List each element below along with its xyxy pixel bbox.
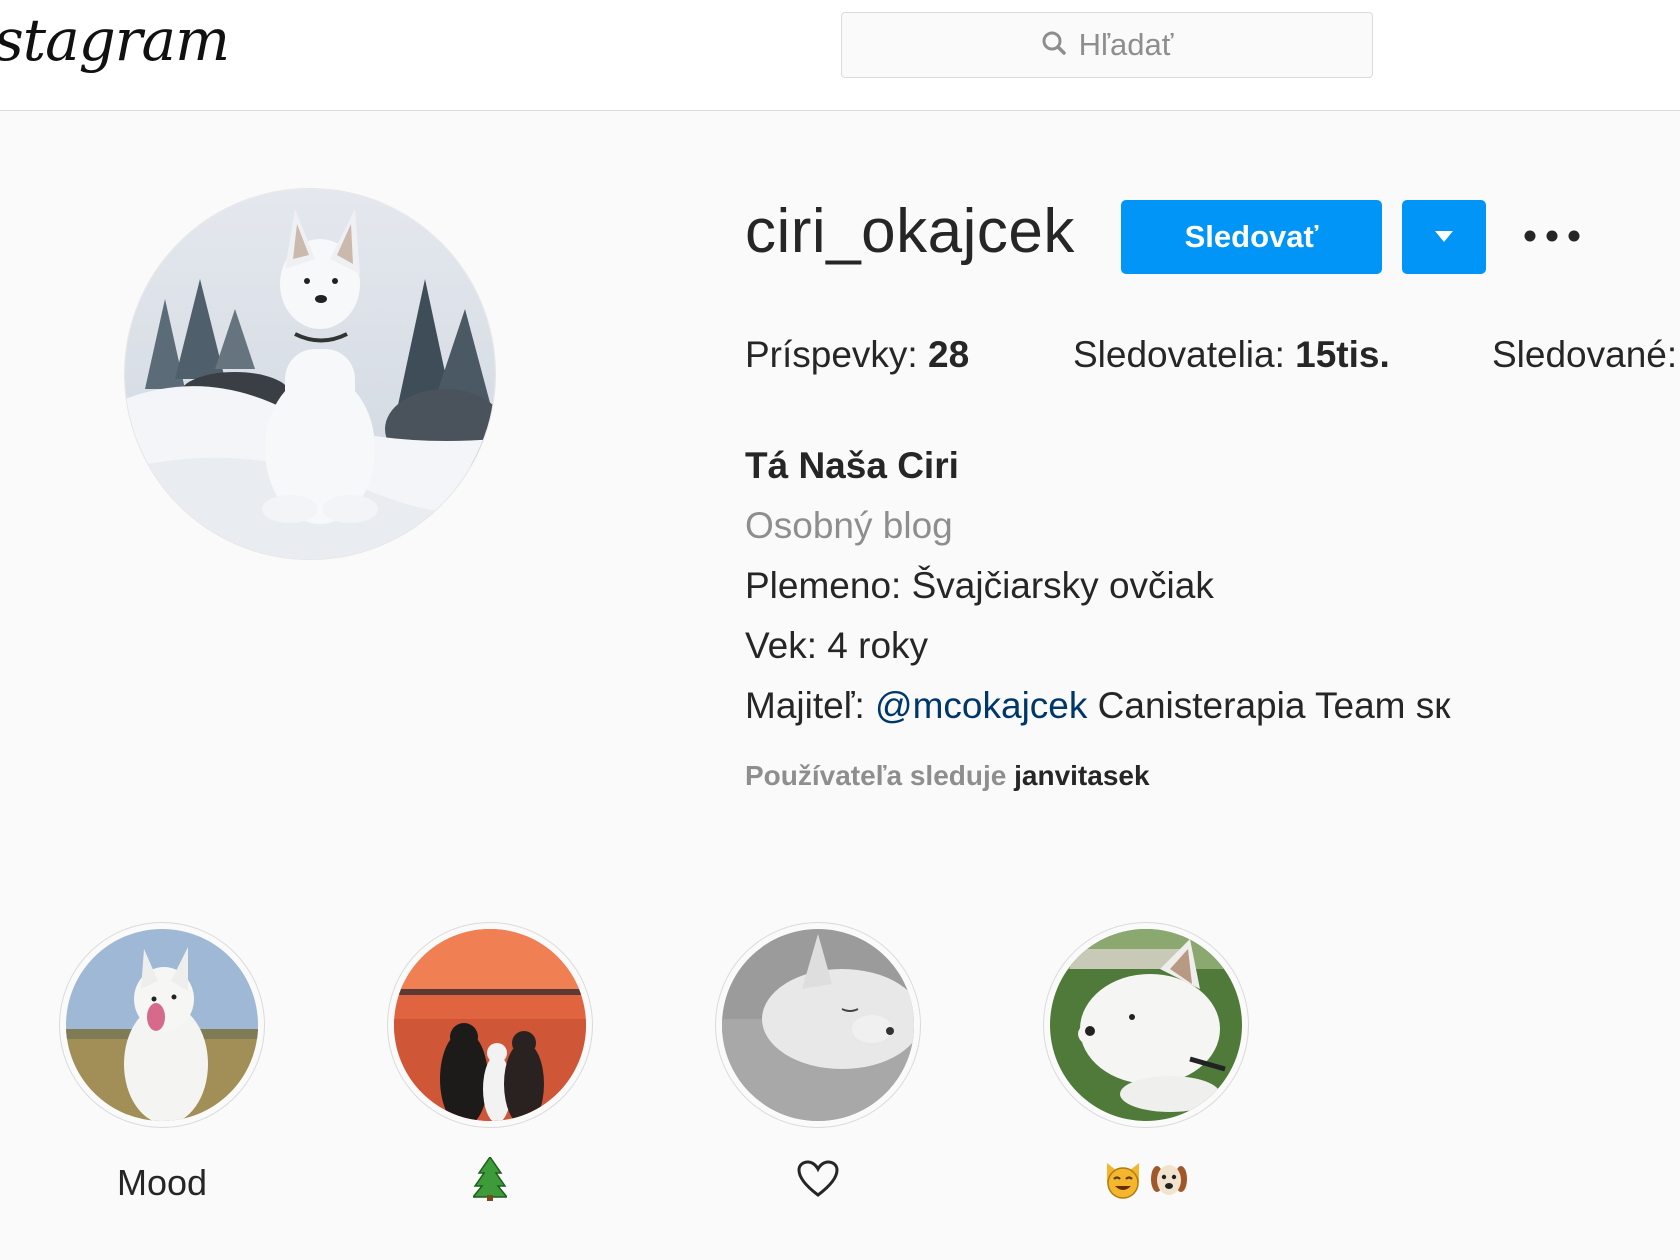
profile-stats: Príspevky: 28 Sledovatelia: 15tis. Sledo… bbox=[0, 334, 1680, 384]
owner-mention-link[interactable]: @mcokajcek bbox=[875, 685, 1087, 726]
highlight-item[interactable]: Mood bbox=[57, 922, 267, 1208]
highlight-label: Mood bbox=[116, 1162, 208, 1203]
bio-owner-line: Majiteľ: @mcokajcek Canisterapia Team ѕк bbox=[745, 676, 1645, 736]
search-icon bbox=[1041, 30, 1067, 60]
highlight-cover-ring bbox=[59, 922, 265, 1128]
heart-icon bbox=[797, 1159, 839, 1207]
following-label: Sledované: bbox=[1492, 334, 1678, 375]
posts-value: 28 bbox=[928, 334, 970, 375]
highlight-label bbox=[385, 1155, 595, 1210]
highlight-item[interactable] bbox=[1041, 922, 1251, 1208]
followers-value: 15tis. bbox=[1295, 334, 1390, 375]
highlight-cover-ring bbox=[1043, 922, 1249, 1128]
highlight-cover-ring bbox=[715, 922, 921, 1128]
profile-bio: Tá Naša Ciri Osobný blog Plemeno: Švajči… bbox=[745, 436, 1645, 736]
tree-icon bbox=[471, 1155, 509, 1210]
profile-full-name: Tá Naša Ciri bbox=[745, 445, 959, 486]
instagram-logo[interactable]: stagram bbox=[0, 6, 230, 74]
cat-icon bbox=[1103, 1159, 1143, 1208]
highlight-cover-image bbox=[722, 929, 914, 1121]
posts-count: Príspevky: 28 bbox=[745, 334, 969, 376]
highlight-cover-image bbox=[1050, 929, 1242, 1121]
highlight-item[interactable] bbox=[385, 922, 595, 1208]
more-options-button[interactable] bbox=[1520, 216, 1584, 256]
highlight-label bbox=[713, 1158, 923, 1208]
followers-label: Sledovatelia: bbox=[1073, 334, 1285, 375]
followed-by-prefix: Používateľa sleduje bbox=[745, 760, 1007, 791]
highlight-cover-image bbox=[394, 929, 586, 1121]
caret-down-icon bbox=[1435, 228, 1453, 247]
highlight-label bbox=[1041, 1158, 1251, 1208]
posts-label: Príspevky: bbox=[745, 334, 918, 375]
suggested-accounts-button[interactable] bbox=[1402, 200, 1486, 274]
bio-breed-line: Plemeno: Švajčiarsky ovčiak bbox=[745, 565, 1214, 606]
highlight-cover-image bbox=[66, 929, 258, 1121]
highlight-cover-ring bbox=[387, 922, 593, 1128]
search-placeholder: Hľadať bbox=[1078, 27, 1174, 62]
dog-face-icon bbox=[1149, 1159, 1189, 1208]
ellipsis-icon bbox=[1524, 227, 1580, 246]
following-count[interactable]: Sledované: bbox=[1492, 334, 1677, 376]
owner-suffix: Canisterapia Team ѕк bbox=[1097, 685, 1451, 726]
top-navbar: stagram Hľadať bbox=[0, 0, 1680, 111]
follow-button[interactable]: Sledovať bbox=[1121, 200, 1382, 274]
search-input[interactable]: Hľadať bbox=[841, 12, 1373, 78]
owner-prefix: Majiteľ: bbox=[745, 685, 865, 726]
profile-category: Osobný blog bbox=[745, 505, 953, 546]
followers-count[interactable]: Sledovatelia: 15tis. bbox=[1073, 334, 1390, 376]
bio-age-line: Vek: 4 roky bbox=[745, 625, 929, 666]
followed-by-line[interactable]: Používateľa sleduje janvitasek bbox=[745, 760, 1150, 792]
highlight-item[interactable] bbox=[713, 922, 923, 1208]
profile-username: ciri_okajcek bbox=[745, 197, 1075, 266]
followed-by-user[interactable]: janvitasek bbox=[1014, 760, 1149, 791]
